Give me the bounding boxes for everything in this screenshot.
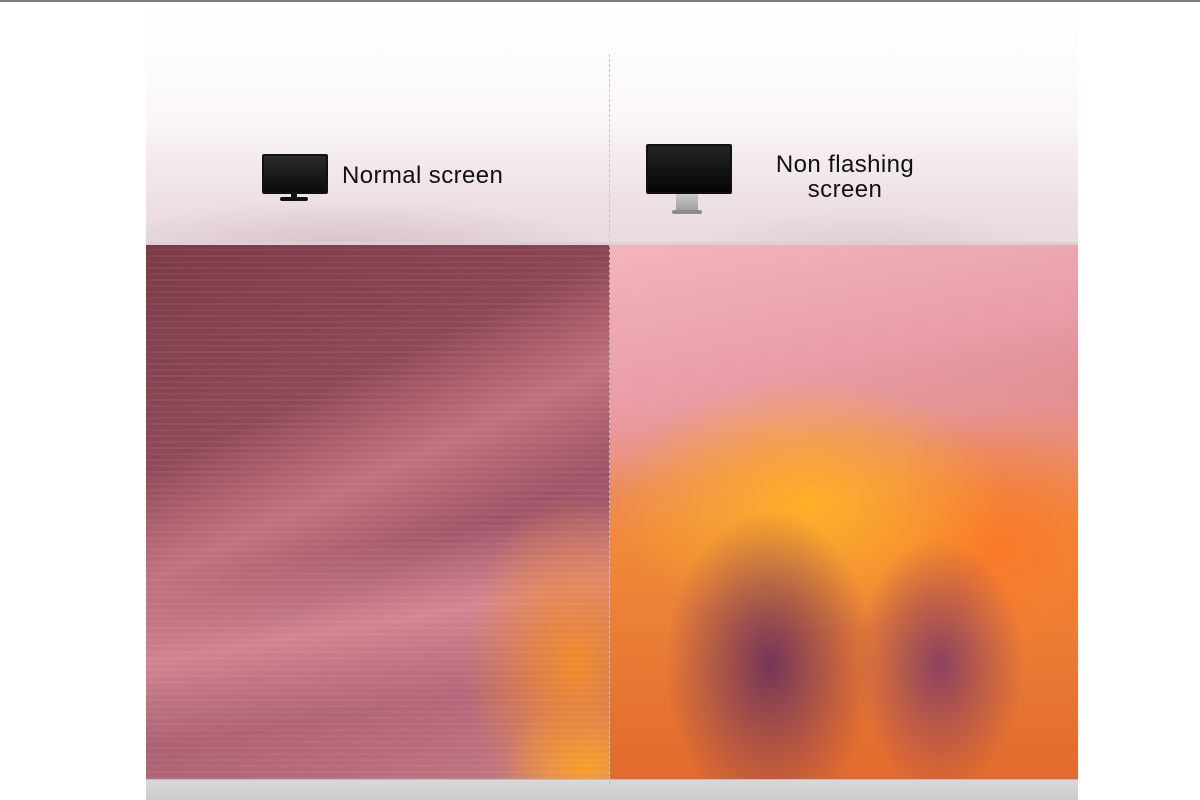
normal-screen-label: Normal screen (342, 161, 504, 189)
comparison-divider (609, 54, 610, 784)
non-flashing-label-line2: screen (807, 176, 883, 203)
normal-screen-label-group: Normal screen (262, 148, 503, 204)
monitor-icon (262, 148, 328, 204)
top-rule (0, 0, 1200, 2)
non-flashing-screen-image (610, 245, 1078, 779)
base-bar (146, 779, 1078, 800)
non-flashing-screen-label: Non flashing screen (760, 152, 930, 202)
non-flashing-screen-label-group: Non flashing screen (646, 144, 930, 216)
monitor-icon (646, 144, 732, 216)
comparison-panel: Normal screen Non flashing screen (146, 8, 1078, 800)
header-shading (146, 8, 1078, 244)
header-seam (146, 242, 1078, 245)
non-flashing-label-line1: Non flashing (775, 151, 915, 178)
normal-screen-image (146, 245, 610, 779)
